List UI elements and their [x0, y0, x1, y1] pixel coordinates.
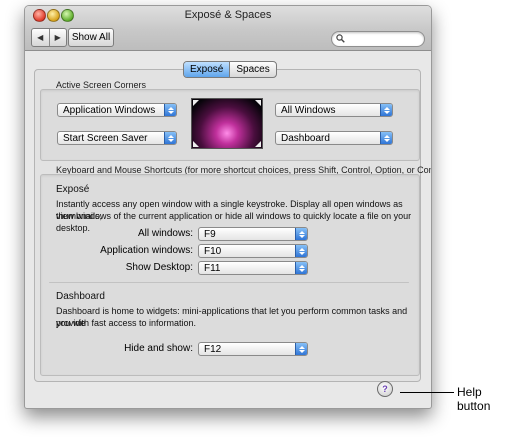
dashboard-heading: Dashboard [56, 291, 105, 302]
popup-arrows-icon [380, 132, 392, 144]
popup-arrows-icon [164, 104, 176, 116]
window-title: Exposé & Spaces [184, 9, 272, 21]
help-icon[interactable]: ? [377, 381, 393, 397]
search-icon [336, 34, 345, 43]
all-windows-label: All windows: [137, 228, 193, 239]
tab-expose[interactable]: Exposé [184, 62, 230, 77]
hide-and-show-shortcut-popup[interactable]: F12 [198, 342, 308, 356]
title-bar[interactable]: Exposé & Spaces ◀ ▶ Show All [25, 6, 431, 51]
corner-marker-icon [255, 141, 261, 147]
popup-arrows-icon [295, 262, 307, 274]
search-input[interactable] [331, 31, 425, 47]
show-desktop-shortcut-value: F11 [204, 263, 221, 274]
popup-arrows-icon [295, 228, 307, 240]
application-windows-shortcut-popup[interactable]: F10 [198, 244, 308, 258]
popup-arrows-icon [295, 343, 307, 355]
top-right-corner-value: All Windows [281, 105, 336, 116]
navigation-buttons: ◀ ▶ [31, 28, 67, 47]
bottom-right-corner-value: Dashboard [281, 133, 330, 144]
hide-and-show-shortcut-value: F12 [204, 344, 222, 355]
bottom-right-corner-popup[interactable]: Dashboard [275, 131, 393, 145]
corner-marker-icon [193, 100, 199, 106]
forward-arrow-icon[interactable]: ▶ [48, 29, 67, 46]
screen-preview-image [191, 98, 263, 149]
dashboard-description-line2: you with fast access to information. [56, 318, 197, 328]
callout-line [400, 392, 454, 393]
popup-arrows-icon [380, 104, 392, 116]
bottom-left-corner-popup[interactable]: Start Screen Saver [57, 131, 177, 145]
top-left-corner-popup[interactable]: Application Windows [57, 103, 177, 117]
show-desktop-label: Show Desktop: [125, 262, 193, 273]
top-right-corner-popup[interactable]: All Windows [275, 103, 393, 117]
popup-arrows-icon [295, 245, 307, 257]
hide-and-show-label: Hide and show: [124, 343, 193, 354]
bottom-left-corner-value: Start Screen Saver [63, 133, 148, 144]
tab-spaces[interactable]: Spaces [229, 62, 275, 77]
section-divider [49, 282, 409, 283]
all-windows-shortcut-value: F9 [204, 229, 216, 240]
all-windows-shortcut-popup[interactable]: F9 [198, 227, 308, 241]
top-left-corner-value: Application Windows [63, 105, 156, 116]
corner-marker-icon [255, 100, 261, 106]
expose-heading: Exposé [56, 184, 90, 195]
popup-arrows-icon [164, 132, 176, 144]
application-windows-label: Application windows: [100, 245, 193, 256]
help-button-annotation: Help button [457, 385, 491, 413]
application-windows-shortcut-value: F10 [204, 246, 222, 257]
show-all-button[interactable]: Show All [68, 28, 114, 47]
preferences-window: Exposé & Spaces ◀ ▶ Show All Exposé Spac… [24, 5, 432, 409]
tab-bar: Exposé Spaces [183, 61, 277, 78]
show-desktop-shortcut-popup[interactable]: F11 [198, 261, 308, 275]
corner-marker-icon [193, 141, 199, 147]
back-arrow-icon[interactable]: ◀ [32, 29, 49, 46]
